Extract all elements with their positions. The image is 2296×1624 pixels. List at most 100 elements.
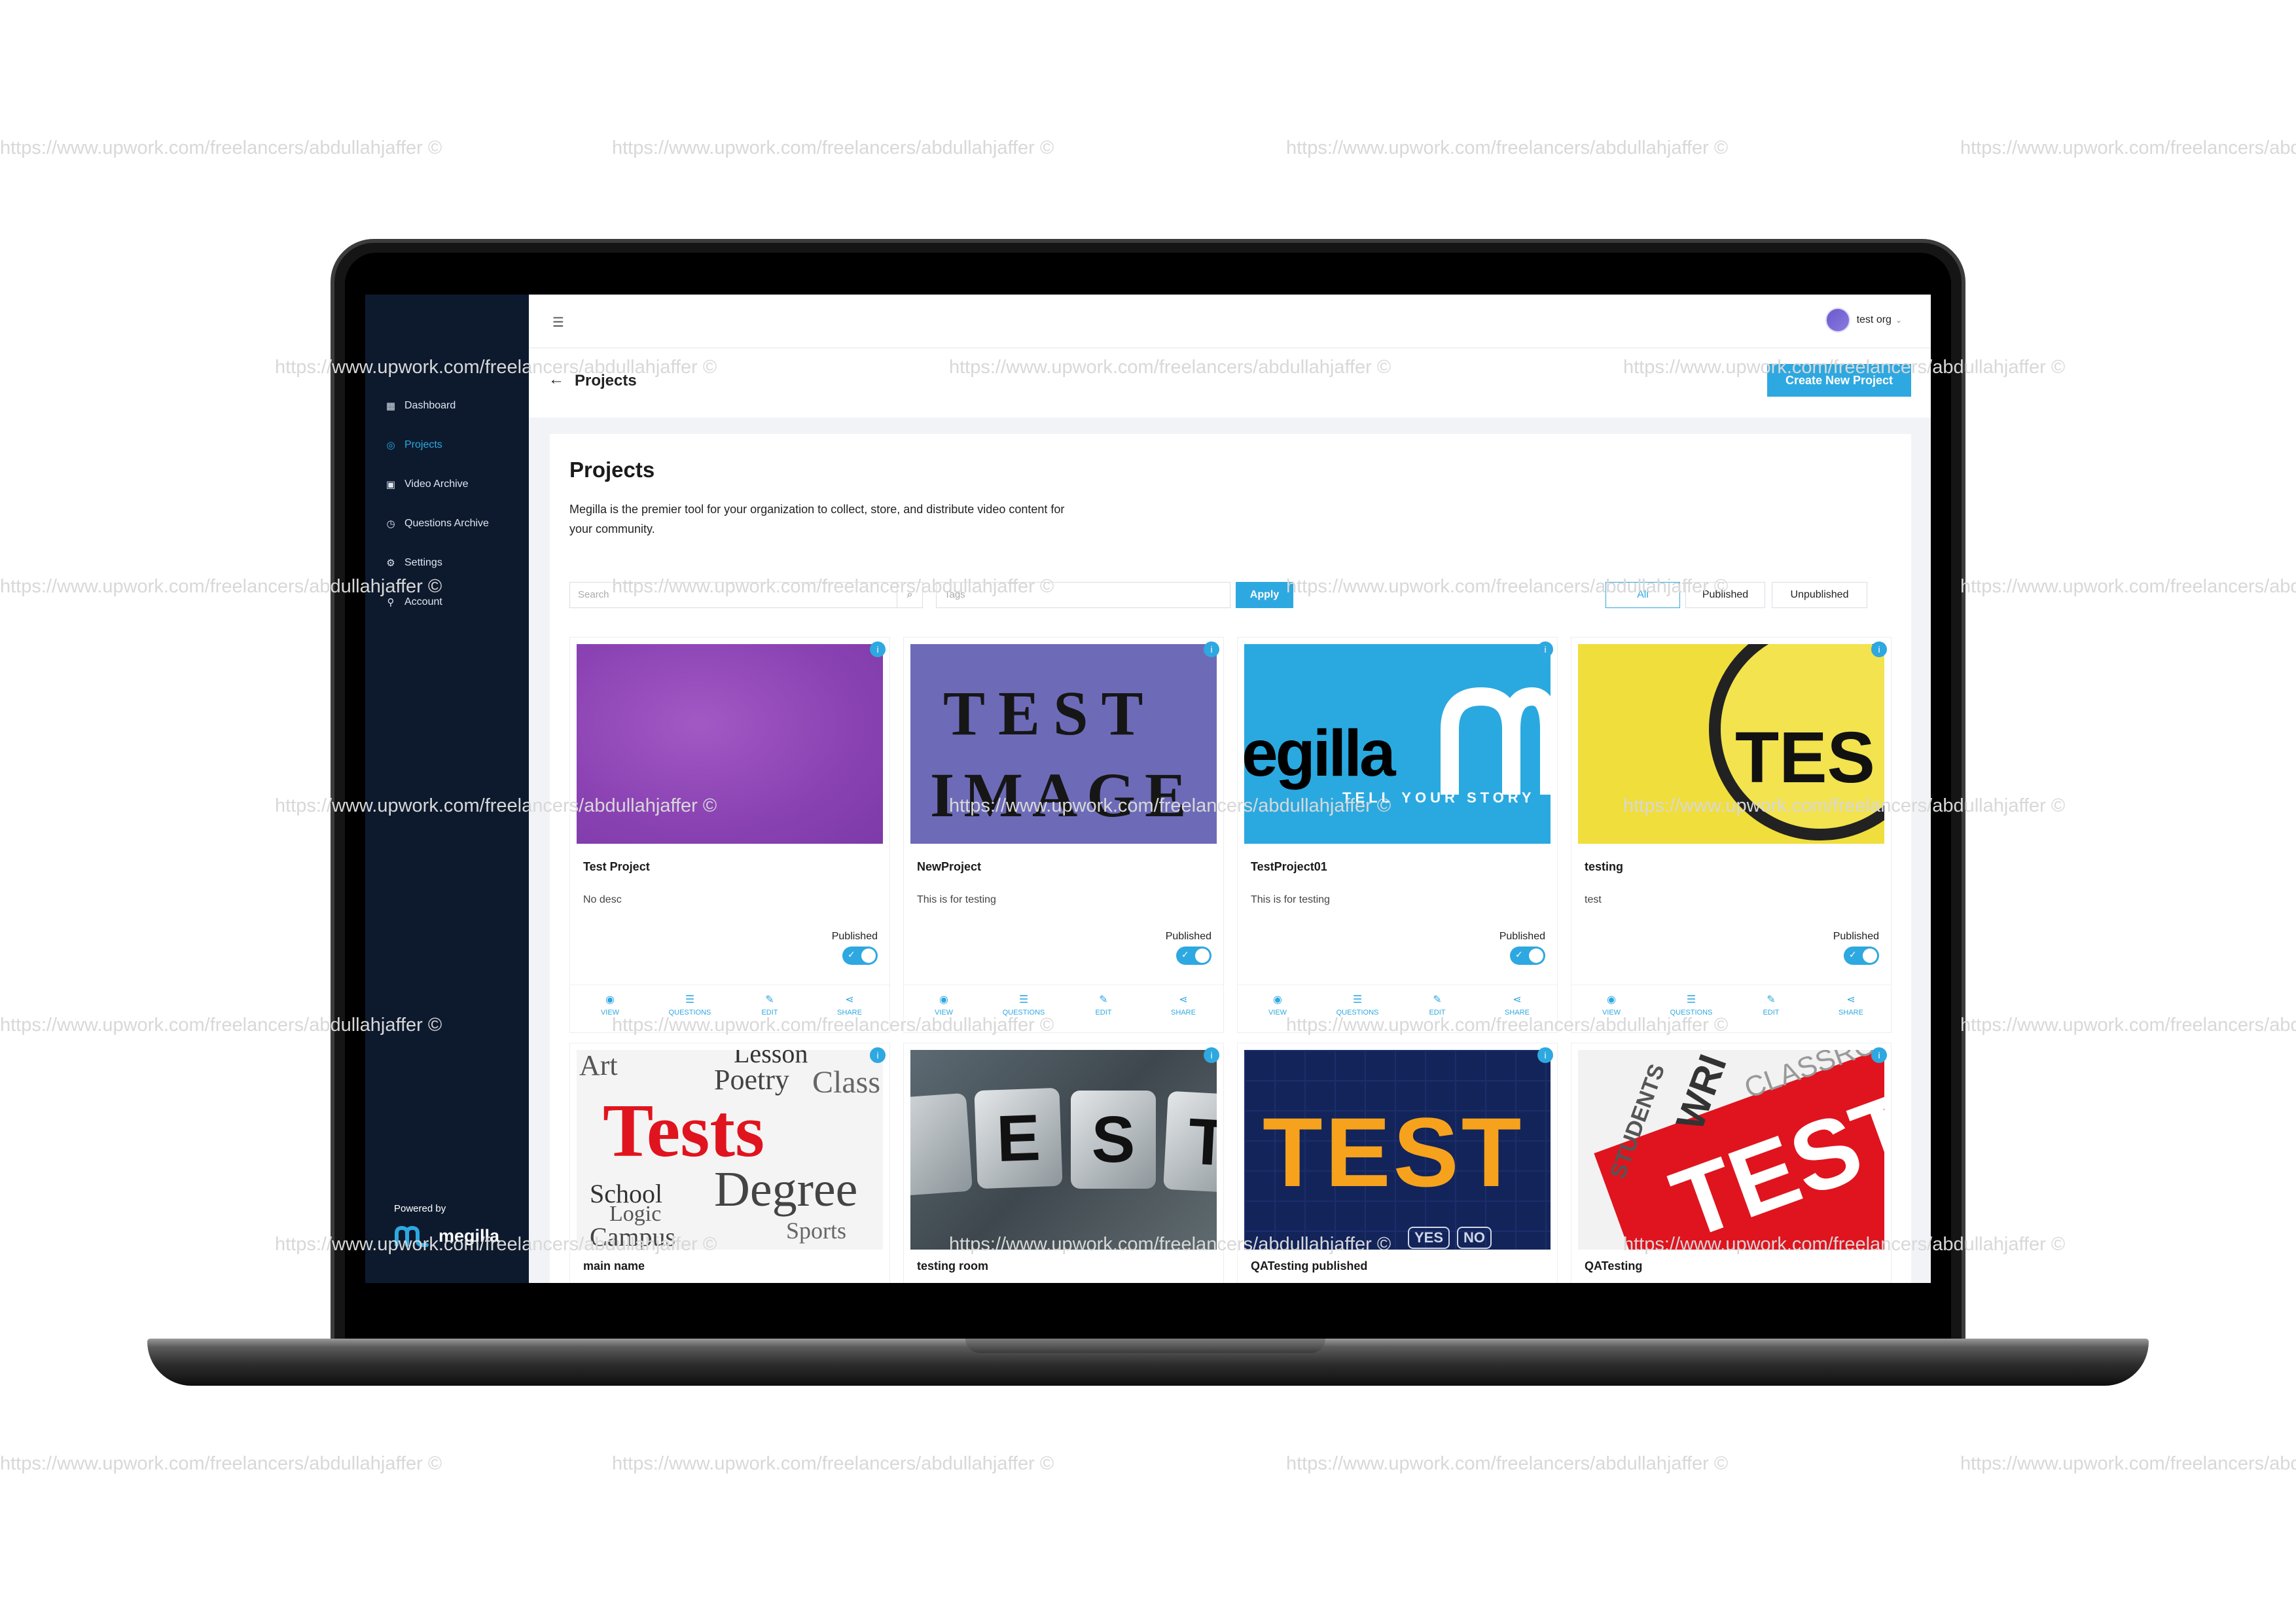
info-icon[interactable]: i [1537,641,1553,657]
project-card[interactable]: TES i testing test Published ✓ ◉ VIEW ☰ QU… [1571,637,1892,1033]
published-label: Published [1833,931,1879,942]
thumb-text-image: IMAGE [930,760,1196,830]
project-thumbnail: Art Poetry Class Lesson Tests Degree Sch… [577,1050,883,1250]
project-card[interactable]: E S T i testing room [903,1043,1224,1283]
hamburger-icon[interactable]: ☰ [552,314,564,331]
edit-button[interactable]: ✎ EDIT [730,985,810,1024]
project-thumbnail [577,644,883,844]
section-title: Projects [569,458,655,482]
clock-icon: ◷ [386,518,395,530]
search-icon[interactable]: ⌕ [897,582,923,608]
view-button[interactable]: ◉ VIEW [570,985,650,1024]
published-label: Published [831,931,878,942]
thumb-no-label: NO [1457,1227,1492,1249]
thumb-word-class: Class [812,1065,881,1100]
filter-unpublished-button[interactable]: Unpublished [1772,582,1867,608]
org-switcher[interactable]: test org ⌄ [1825,308,1902,333]
sidebar-item-dashboard[interactable]: ▦ Dashboard [385,386,489,425]
project-description: This is for testing [917,894,996,905]
edit-label: EDIT [1095,1008,1112,1017]
back-arrow-icon[interactable]: ← [548,370,564,389]
grid-icon: ▦ [386,401,396,412]
info-icon[interactable]: i [1871,1047,1887,1063]
project-title: NewProject [917,860,982,873]
brand-name: megilla [439,1225,500,1246]
letter-cube-s: S [1071,1091,1156,1189]
thumb-word-degree: Degree [714,1162,858,1217]
filter-all-button[interactable]: All [1605,582,1680,608]
project-card[interactable]: Art Poetry Class Lesson Tests Degree Sch… [569,1043,890,1283]
edit-button[interactable]: ✎ EDIT [1064,985,1143,1024]
list-icon: ☰ [1352,994,1363,1005]
sidebar-item-questions-archive[interactable]: ◷ Questions Archive [385,504,489,543]
project-thumbnail: TEST IMAGE [910,644,1217,844]
filter-published-button[interactable]: Published [1685,582,1765,608]
share-button[interactable]: ⋖ SHARE [810,985,889,1024]
chevron-down-icon: ⌄ [1895,316,1902,325]
list-icon: ☰ [1018,994,1029,1005]
pencil-icon: ✎ [1099,994,1108,1005]
thumb-word-lesson: Lesson [734,1050,808,1068]
tags-input[interactable]: Tags [936,582,1230,608]
info-icon[interactable]: i [1204,1047,1219,1063]
watermark: https://www.upwork.com/freelancers/abdul… [1286,137,1729,158]
share-button[interactable]: ⋖ SHARE [1143,985,1223,1024]
published-toggle[interactable]: ✓ [1510,947,1545,965]
published-toggle[interactable]: ✓ [1844,947,1879,965]
compass-icon: ◎ [386,440,395,451]
info-icon[interactable]: i [870,1047,886,1063]
project-card[interactable]: egilla TELL YOUR STORY i TestProject01 T… [1237,637,1558,1033]
project-thumbnail: TES [1578,644,1884,844]
view-button[interactable]: ◉ VIEW [1238,985,1318,1024]
edit-button[interactable]: ✎ EDIT [1731,985,1811,1024]
apply-button[interactable]: Apply [1236,582,1293,608]
edit-button[interactable]: ✎ EDIT [1397,985,1477,1024]
project-title: QATesting published [1251,1259,1368,1272]
info-icon[interactable]: i [1537,1047,1553,1063]
view-label: VIEW [934,1008,954,1017]
thumb-text-tagline: TELL YOUR STORY [1342,789,1535,806]
sidebar-item-settings[interactable]: ⚙ Settings [385,543,489,583]
create-new-project-button[interactable]: Create New Project [1767,364,1911,397]
card-actions: ◉ VIEW ☰ QUESTIONS ✎ EDIT ⋖ SHARE [1238,984,1557,1024]
info-icon[interactable]: i [870,641,886,657]
project-card[interactable]: i Test Project No desc Published ✓ ◉ VIEW… [569,637,890,1033]
project-card[interactable]: TEST YES NO i QATesting published [1237,1043,1558,1283]
info-icon[interactable]: i [1871,641,1887,657]
info-icon[interactable]: i [1204,641,1219,657]
sidebar-item-label: Settings [404,557,442,568]
stage: ▦ Dashboard ◎ Projects ▣ Video Archive ◷… [0,0,2296,1624]
share-icon: ⋖ [1846,994,1856,1005]
megilla-m-mark [1441,687,1551,795]
view-button[interactable]: ◉ VIEW [904,985,984,1024]
sidebar-item-projects[interactable]: ◎ Projects [385,425,489,465]
questions-button[interactable]: ☰ QUESTIONS [1651,985,1731,1024]
questions-button[interactable]: ☰ QUESTIONS [650,985,730,1024]
laptop-notch [965,1339,1325,1353]
search-input[interactable]: Search [569,582,923,608]
questions-button[interactable]: ☰ QUESTIONS [984,985,1064,1024]
watermark: https://www.upwork.com/freelancers/abdul… [1960,137,2296,158]
view-button[interactable]: ◉ VIEW [1571,985,1651,1024]
project-card[interactable]: TEST IMAGE i NewProject This is for test… [903,637,1224,1033]
questions-label: QUESTIONS [1002,1008,1045,1017]
published-toggle[interactable]: ✓ [842,947,878,965]
project-title: Test Project [583,860,650,873]
sidebar-item-account[interactable]: ⚲ Account [385,583,489,622]
edit-label: EDIT [1763,1008,1780,1017]
share-button[interactable]: ⋖ SHARE [1811,985,1891,1024]
published-label: Published [1165,931,1211,942]
sidebar-item-video-archive[interactable]: ▣ Video Archive [385,465,489,504]
share-button[interactable]: ⋖ SHARE [1477,985,1557,1024]
letter-cube [910,1092,973,1197]
questions-button[interactable]: ☰ QUESTIONS [1318,985,1397,1024]
share-icon: ⋖ [845,994,854,1005]
thumb-yes-label: YES [1408,1227,1450,1249]
questions-label: QUESTIONS [1336,1008,1379,1017]
published-toggle[interactable]: ✓ [1176,947,1211,965]
watermark: https://www.upwork.com/freelancers/abdul… [0,137,442,158]
project-title: TestProject01 [1251,860,1327,873]
watermark: https://www.upwork.com/freelancers/abdul… [612,137,1054,158]
watermark: https://www.upwork.com/freelancers/abdul… [1960,1453,2296,1474]
project-card[interactable]: TEST STUDENTS WRI CLASSRO i QATesting [1571,1043,1892,1283]
